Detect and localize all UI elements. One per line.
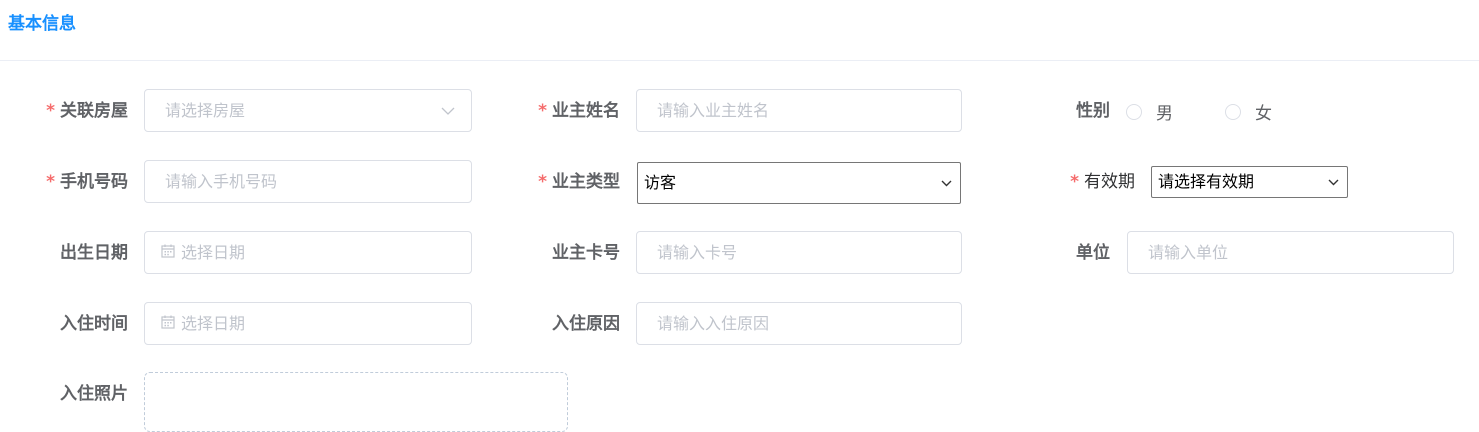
checkin-reason-input[interactable]: 请输入入住原因 (636, 302, 962, 345)
required-mark: * (538, 101, 547, 121)
card-no-placeholder: 请输入卡号 (657, 243, 738, 262)
label-text: 业主类型 (552, 172, 620, 192)
radio-circle[interactable] (1126, 103, 1142, 120)
chevron-down-icon (1328, 167, 1339, 197)
label-text: 入住原因 (552, 314, 620, 334)
label-unit: 单位 (1040, 231, 1110, 276)
label-text: 手机号码 (60, 172, 128, 192)
required-mark: * (1070, 172, 1079, 192)
checkin-reason-placeholder: 请输入入住原因 (657, 314, 770, 333)
validity-value: 请选择有效期 (1158, 172, 1255, 191)
gender-radio-male[interactable]: 男 (1126, 89, 1173, 134)
validity-select[interactable]: 请选择有效期 (1151, 166, 1348, 198)
checkin-time-placeholder: 选择日期 (181, 314, 246, 333)
required-mark: * (538, 172, 547, 192)
label-owner-type: * 业主类型 (500, 160, 620, 205)
label-card-no: 业主卡号 (500, 231, 620, 276)
birth-date-picker[interactable]: 选择日期 (144, 231, 472, 274)
photo-upload-area[interactable] (144, 372, 568, 432)
label-owner-name: * 业主姓名 (500, 89, 620, 134)
unit-input[interactable]: 请输入单位 (1127, 231, 1454, 274)
radio-label: 女 (1255, 104, 1272, 124)
section-title: 基本信息 (8, 14, 76, 34)
gender-radio-female[interactable]: 女 (1225, 89, 1272, 134)
label-phone: * 手机号码 (0, 160, 128, 205)
label-house: * 关联房屋 (0, 89, 128, 134)
label-text: 入住时间 (60, 314, 128, 334)
label-text: 入住照片 (60, 384, 128, 404)
checkin-time-picker[interactable]: 选择日期 (144, 302, 472, 345)
label-text: 业主卡号 (552, 243, 620, 263)
label-gender: 性别 (1040, 89, 1110, 134)
label-text: 出生日期 (60, 243, 128, 263)
label-text: 性别 (1076, 101, 1110, 121)
calendar-icon (161, 232, 175, 273)
calendar-icon (161, 303, 175, 344)
label-text: 关联房屋 (60, 101, 128, 121)
label-checkin-photo: 入住照片 (0, 372, 128, 417)
owner-type-value: 访客 (644, 173, 677, 192)
label-text: 单位 (1076, 243, 1110, 263)
unit-placeholder: 请输入单位 (1148, 243, 1229, 262)
chevron-down-icon (441, 90, 455, 131)
owner-name-placeholder: 请输入业主姓名 (657, 101, 770, 120)
divider (0, 60, 1479, 61)
card-no-input[interactable]: 请输入卡号 (636, 231, 962, 274)
radio-label: 男 (1156, 104, 1173, 124)
owner-name-input[interactable]: 请输入业主姓名 (636, 89, 962, 132)
house-select-placeholder: 请选择房屋 (165, 101, 246, 120)
phone-placeholder: 请输入手机号码 (165, 172, 278, 191)
house-select[interactable]: 请选择房屋 (144, 89, 472, 132)
birth-date-placeholder: 选择日期 (181, 243, 246, 262)
label-checkin-time: 入住时间 (0, 302, 128, 347)
phone-input[interactable]: 请输入手机号码 (144, 160, 472, 203)
radio-circle[interactable] (1225, 103, 1241, 120)
required-mark: * (46, 172, 55, 192)
label-checkin-reason: 入住原因 (500, 302, 620, 347)
owner-type-select[interactable]: 访客 (637, 162, 961, 204)
label-text: 有效期 (1084, 172, 1135, 192)
required-mark: * (46, 101, 55, 121)
label-validity: * 有效期 (1020, 160, 1135, 205)
label-birth-date: 出生日期 (0, 231, 128, 276)
label-text: 业主姓名 (552, 101, 620, 121)
chevron-down-icon (941, 163, 952, 203)
